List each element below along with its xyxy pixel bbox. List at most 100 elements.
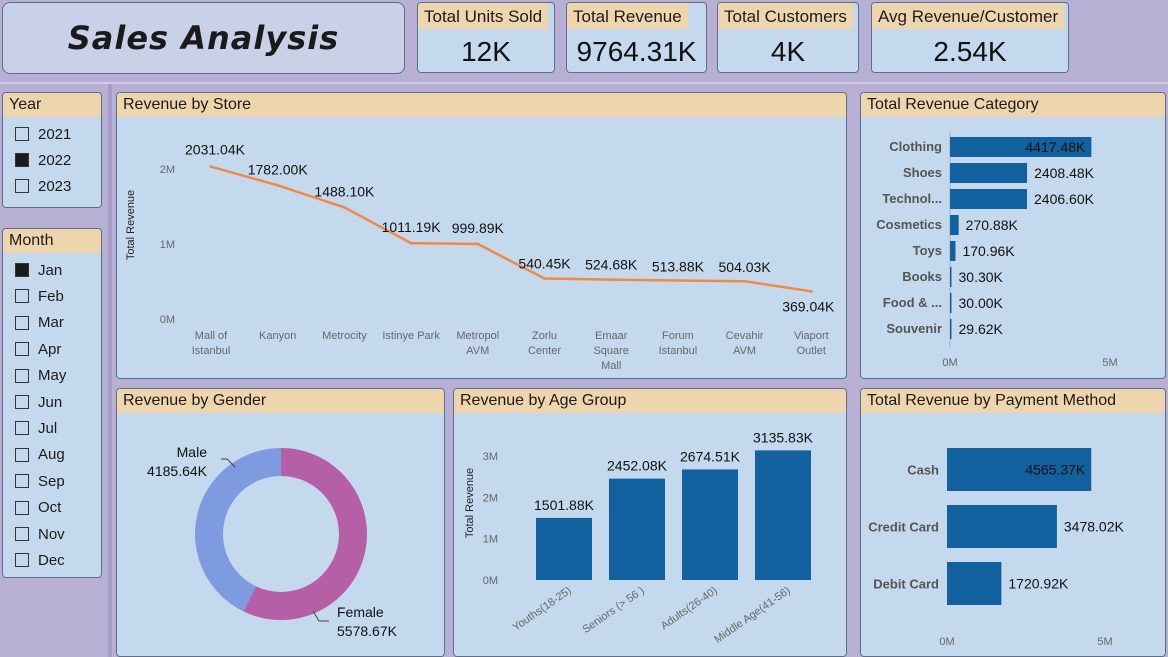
- x-tick-label: Adults(26-40): [659, 585, 720, 633]
- kpi-value: 4K: [770, 36, 806, 67]
- x-tick-label: Viaport: [794, 330, 829, 342]
- slicer-option-2023[interactable]: 2023: [15, 175, 71, 197]
- category-label: Books: [902, 269, 942, 284]
- checkbox[interactable]: [15, 474, 29, 489]
- data-label: 504.03K: [719, 259, 772, 275]
- month-slicer-title: Month: [3, 229, 101, 253]
- slicer-option-2022[interactable]: 2022: [15, 149, 71, 171]
- bar: [950, 163, 1028, 183]
- checkbox[interactable]: [15, 315, 29, 330]
- kpi-value: 12K: [461, 36, 511, 67]
- revenue-by-gender-panel: Revenue by Gender Male 4185.64K Female 5578…: [116, 388, 445, 657]
- slice-category-label: Female: [337, 604, 384, 620]
- data-label: 540.45K: [518, 255, 571, 271]
- kpi-card-units-sold: Total Units Sold 12K: [417, 2, 555, 73]
- x-tick-label: Cevahir: [726, 330, 764, 342]
- slice-value-label: 5578.67K: [337, 623, 398, 639]
- category-label: Toys: [913, 243, 942, 258]
- checkbox[interactable]: [15, 395, 29, 409]
- checkbox[interactable]: [15, 127, 29, 141]
- slicer-option-label: Mar: [38, 314, 64, 332]
- bar: [950, 293, 952, 313]
- slicer-option-oct[interactable]: Oct: [15, 497, 61, 519]
- data-point: [476, 242, 480, 246]
- bar: [950, 189, 1028, 209]
- slicer-option-jun[interactable]: Jun: [15, 391, 62, 413]
- slicer-option-sep[interactable]: Sep: [15, 470, 65, 492]
- x-tick-label: Youths(18-25): [511, 585, 574, 634]
- slicer-option-apr[interactable]: Apr: [15, 338, 61, 360]
- checkbox[interactable]: [15, 447, 29, 462]
- x-tick-label: 5M: [1097, 636, 1112, 648]
- x-tick-label: Middle Age(41-56): [712, 585, 793, 646]
- slicer-option-dec[interactable]: Dec: [15, 549, 65, 571]
- bar: [947, 505, 1057, 548]
- category-label: Debit Card: [873, 577, 939, 592]
- x-tick-label: Mall of: [195, 330, 228, 342]
- checkbox[interactable]: [15, 421, 29, 436]
- data-point: [676, 278, 680, 282]
- data-label: 4565.37K: [1025, 462, 1086, 478]
- x-tick-label: Seniors (> 56 ): [580, 585, 646, 636]
- checkbox[interactable]: [15, 553, 29, 568]
- x-tick-label: Center: [528, 345, 561, 357]
- slicer-option-jul[interactable]: Jul: [15, 417, 57, 439]
- month-slicer: Month Jan Feb Mar Apr May Jun Jul Aug Sep Oct Nov D…: [2, 228, 102, 578]
- checkbox[interactable]: [15, 527, 29, 541]
- slicer-option-nov[interactable]: Nov: [15, 523, 65, 545]
- revenue-by-store-panel: Revenue by Store 0M 1M 2M Total Revenue 2031…: [116, 92, 847, 379]
- slicer-option-label: Dec: [38, 551, 65, 569]
- checkbox[interactable]: [15, 289, 29, 304]
- data-label: 29.62K: [959, 321, 1004, 337]
- kpi-label: Total Units Sold: [418, 3, 549, 29]
- checkbox[interactable]: [15, 153, 29, 167]
- checkbox[interactable]: [15, 263, 29, 277]
- bar: [950, 319, 952, 339]
- revenue-by-age-panel: Revenue by Age Group 0M 1M 2M 3M Total Reven…: [453, 388, 847, 657]
- x-tick-label: Emaar: [595, 330, 628, 342]
- slicer-option-2021[interactable]: 2021: [15, 123, 71, 145]
- category-label: Technol...: [882, 191, 942, 206]
- slicer-option-jan[interactable]: Jan: [15, 259, 62, 281]
- data-label: 30.00K: [959, 295, 1004, 311]
- bar: [950, 215, 959, 235]
- x-tick-label: AVM: [733, 345, 756, 357]
- kpi-label: Avg Revenue/Customer: [872, 3, 1065, 29]
- y-tick-label: 1M: [483, 534, 498, 546]
- category-label: Credit Card: [868, 520, 939, 535]
- x-tick-label: Kanyon: [259, 330, 296, 342]
- y-tick-label: 0M: [483, 575, 498, 587]
- x-tick-label: Square: [593, 345, 628, 357]
- kpi-value: 2.54K: [933, 36, 1007, 67]
- x-tick-label: Forum: [662, 330, 694, 342]
- checkbox[interactable]: [15, 500, 29, 515]
- slicer-option-may[interactable]: May: [15, 365, 66, 387]
- data-label: 2408.48K: [1034, 165, 1095, 181]
- data-label: 2406.60K: [1034, 191, 1095, 207]
- slicer-option-label: Jul: [38, 419, 58, 437]
- category-label: Souvenir: [886, 321, 942, 336]
- dashboard-title: Sales Analysis: [67, 19, 340, 57]
- data-point: [743, 279, 747, 283]
- x-tick-label: Metropol: [456, 330, 499, 342]
- category-label: Cosmetics: [876, 217, 942, 232]
- kpi-label: Total Customers: [718, 3, 853, 29]
- data-label: 270.88K: [966, 217, 1019, 233]
- slice-category-label: Male: [177, 444, 208, 460]
- checkbox[interactable]: [15, 368, 29, 383]
- y-tick-label: 1M: [160, 239, 175, 251]
- data-label: 1720.92K: [1008, 576, 1069, 592]
- data-label: 2452.08K: [607, 458, 668, 474]
- checkbox[interactable]: [15, 179, 29, 193]
- bar: [950, 267, 952, 287]
- sidebar-divider: [108, 84, 112, 657]
- slicer-option-mar[interactable]: Mar: [15, 312, 64, 334]
- x-tick-label: Istanbul: [659, 345, 698, 357]
- kpi-label: Total Revenue: [567, 3, 688, 29]
- checkbox[interactable]: [15, 342, 29, 357]
- slicer-option-feb[interactable]: Feb: [15, 285, 64, 307]
- y-axis-label: Total Revenue: [125, 190, 137, 260]
- slicer-option-label: Sep: [38, 472, 65, 490]
- slicer-option-aug[interactable]: Aug: [15, 444, 65, 466]
- slicer-option-label: Aug: [38, 446, 65, 464]
